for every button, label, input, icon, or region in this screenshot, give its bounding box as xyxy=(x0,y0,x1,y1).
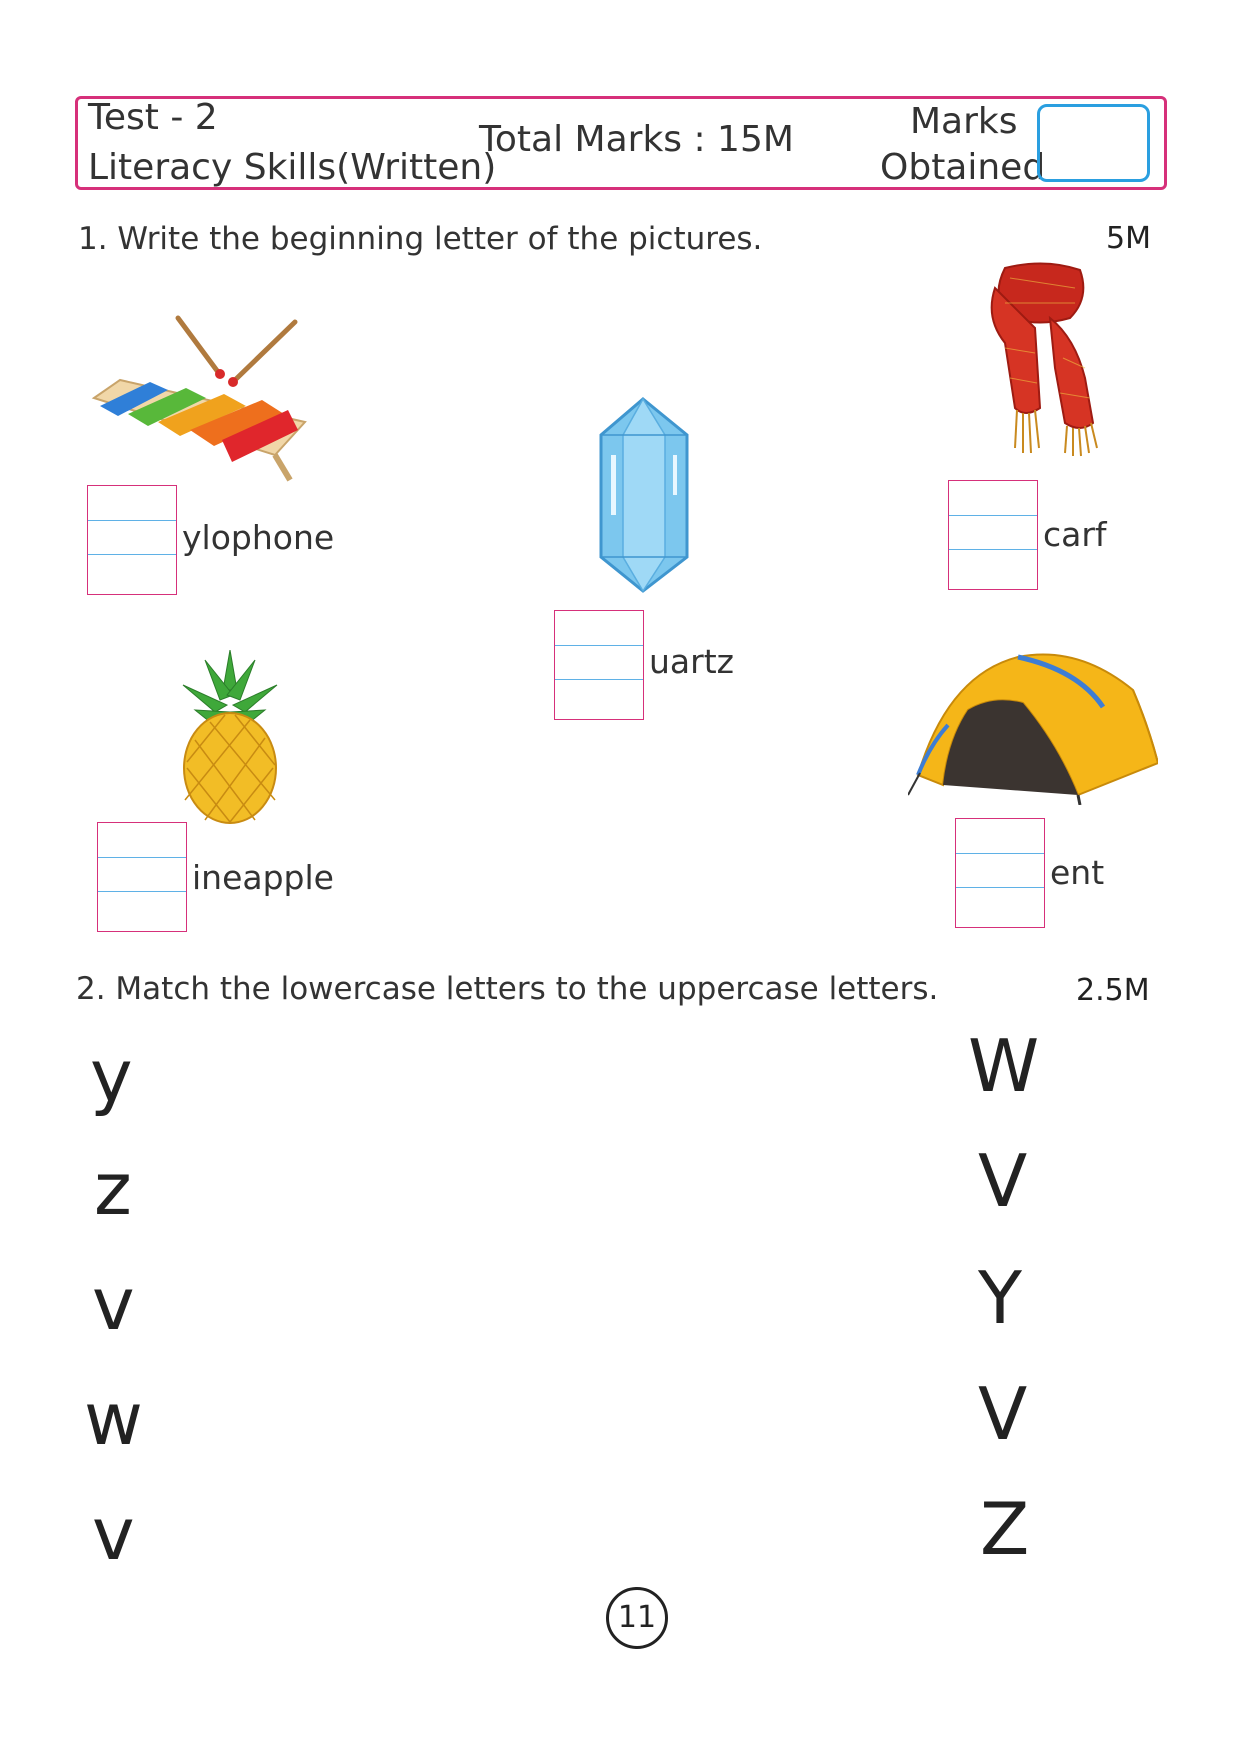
obtained-label: Obtained xyxy=(880,147,1046,188)
word-scarf: carf xyxy=(1043,515,1107,554)
question-1-title: 1. Write the beginning letter of the pic… xyxy=(78,221,763,257)
total-marks: Total Marks : 15M xyxy=(479,119,794,160)
uppercase-letter-1[interactable]: W xyxy=(968,1030,1039,1102)
answer-box-scarf[interactable] xyxy=(948,480,1038,590)
answer-box-xylophone[interactable] xyxy=(87,485,177,595)
subject-label: Literacy Skills(Written) xyxy=(88,147,497,188)
page-number: 11 xyxy=(606,1587,668,1649)
pineapple-image xyxy=(182,650,278,824)
xylophone-image xyxy=(91,315,307,482)
question-2-marks: 2.5M xyxy=(1076,973,1150,1008)
lowercase-letter-4[interactable]: w xyxy=(84,1383,143,1455)
lowercase-letter-3[interactable]: v xyxy=(92,1268,135,1340)
uppercase-letter-4[interactable]: V xyxy=(978,1378,1027,1450)
marks-obtained-field[interactable] xyxy=(1037,104,1150,182)
lowercase-letter-5[interactable]: v xyxy=(92,1498,135,1570)
uppercase-letter-5[interactable]: Z xyxy=(980,1493,1029,1565)
word-quartz: uartz xyxy=(649,642,734,681)
marks-label: Marks xyxy=(910,101,1018,142)
uppercase-letter-2[interactable]: V xyxy=(978,1145,1027,1217)
quartz-image xyxy=(599,397,689,593)
word-pineapple: ineapple xyxy=(192,858,334,897)
answer-box-quartz[interactable] xyxy=(554,610,644,720)
word-xylophone: ylophone xyxy=(182,518,335,557)
word-tent: ent xyxy=(1050,853,1105,892)
lowercase-letter-2[interactable]: z xyxy=(94,1153,132,1225)
question-1-marks: 5M xyxy=(1106,221,1151,256)
lowercase-letter-1[interactable]: y xyxy=(90,1040,133,1112)
answer-box-pineapple[interactable] xyxy=(97,822,187,932)
tent-image xyxy=(908,653,1158,805)
answer-box-tent[interactable] xyxy=(955,818,1045,928)
test-label: Test - 2 xyxy=(88,97,218,138)
uppercase-letter-3[interactable]: Y xyxy=(978,1262,1022,1334)
question-2-title: 2. Match the lowercase letters to the up… xyxy=(76,971,939,1007)
scarf-image xyxy=(990,262,1098,457)
